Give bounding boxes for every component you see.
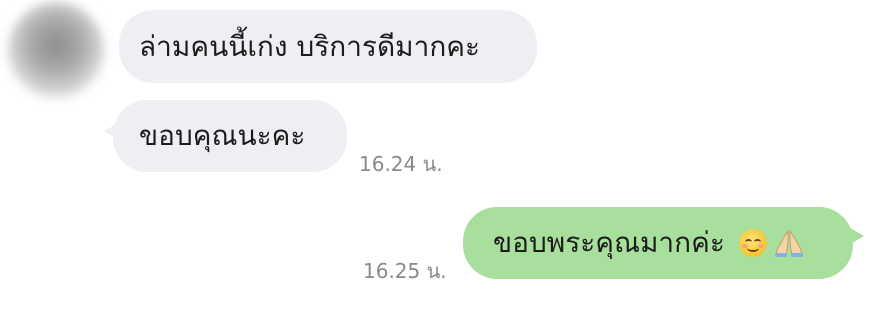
message-timestamp: 16.25 น. xyxy=(363,259,447,283)
message-text: ล่ามคนนี้เก่ง บริการดีมากคะ xyxy=(139,29,481,63)
bubble-tail xyxy=(847,226,864,246)
message-timestamp: 16.24 น. xyxy=(359,152,443,176)
smiling-face-emoji-icon xyxy=(738,229,767,257)
incoming-message-bubble[interactable]: ขอบคุณนะคะ xyxy=(113,100,347,172)
sender-avatar[interactable] xyxy=(8,2,104,98)
folded-hands-emoji-icon xyxy=(774,229,803,257)
message-text: ขอบคุณนะคะ xyxy=(139,119,306,152)
outgoing-message-bubble[interactable]: ขอบพระคุณมากค่ะ xyxy=(463,207,853,279)
message-text: ขอบพระคุณมากค่ะ xyxy=(493,226,725,259)
incoming-message-bubble[interactable]: ล่ามคนนี้เก่ง บริการดีมากคะ xyxy=(119,10,537,83)
